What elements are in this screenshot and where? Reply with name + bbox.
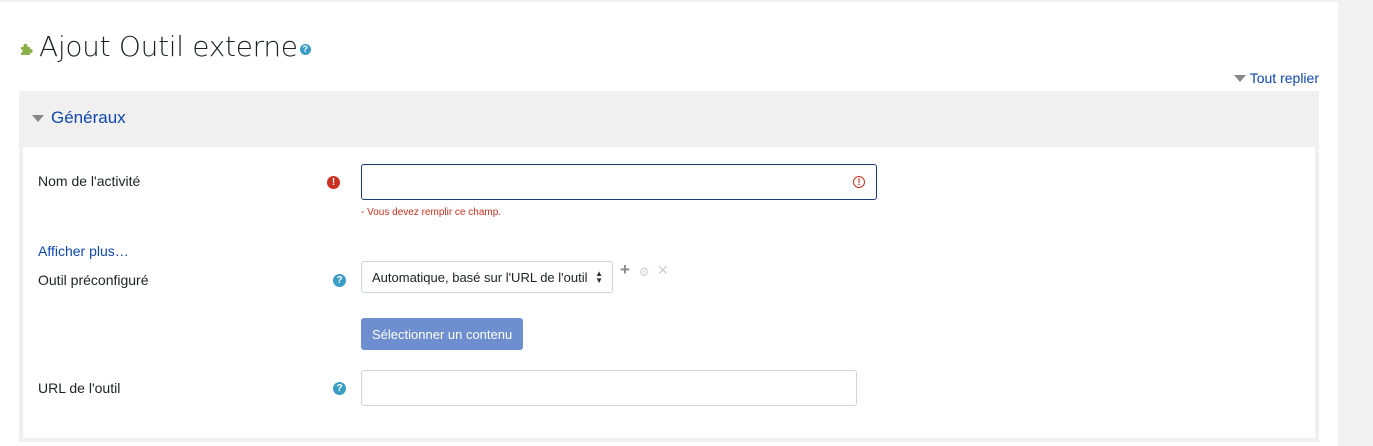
add-icon[interactable]: +	[620, 260, 630, 280]
triangle-down-icon	[32, 114, 44, 122]
preconfigured-tool-selected: Automatique, basé sur l'URL de l'outil	[372, 269, 588, 285]
page-header: Ajout Outil externe ?	[19, 28, 311, 64]
show-more-link[interactable]: Afficher plus…	[38, 243, 129, 259]
activity-name-label: Nom de l'activité	[38, 173, 141, 189]
gear-icon: ⚙	[639, 265, 650, 279]
question-icon[interactable]: ?	[333, 382, 346, 395]
collapse-all-label: Tout replier	[1249, 70, 1319, 86]
puzzle-icon	[19, 42, 33, 56]
question-icon[interactable]: ?	[333, 274, 346, 287]
question-icon[interactable]: ?	[299, 43, 311, 55]
tool-url-input[interactable]	[361, 370, 857, 406]
page-content: Ajout Outil externe ? Tout replier Génér…	[0, 2, 1338, 446]
triangle-down-icon	[1233, 74, 1246, 82]
required-icon: !	[327, 176, 340, 189]
section-legend: Généraux	[51, 108, 126, 127]
activity-name-input[interactable]	[361, 164, 877, 200]
general-fieldset: Généraux Nom de l'activité ! ! - Vous de…	[19, 91, 1319, 442]
preconfigured-tool-select[interactable]: Automatique, basé sur l'URL de l'outil ▲…	[361, 261, 613, 293]
page-title: Ajout Outil externe	[39, 29, 298, 63]
preconfigured-tool-label: Outil préconfiguré	[38, 272, 149, 288]
general-section-toggle[interactable]: Généraux	[19, 91, 1319, 145]
tool-url-label: URL de l'outil	[38, 380, 121, 396]
close-icon: ✕	[657, 262, 669, 278]
general-section-body: Nom de l'activité ! ! - Vous devez rempl…	[23, 147, 1315, 438]
collapse-all-link[interactable]: Tout replier	[1233, 70, 1319, 86]
invalid-field-icon: !	[853, 176, 865, 188]
select-arrows-icon: ▲ ▼	[595, 269, 603, 285]
activity-name-error: - Vous devez remplir ce champ.	[361, 207, 502, 218]
select-content-button[interactable]: Sélectionner un contenu	[361, 318, 524, 350]
